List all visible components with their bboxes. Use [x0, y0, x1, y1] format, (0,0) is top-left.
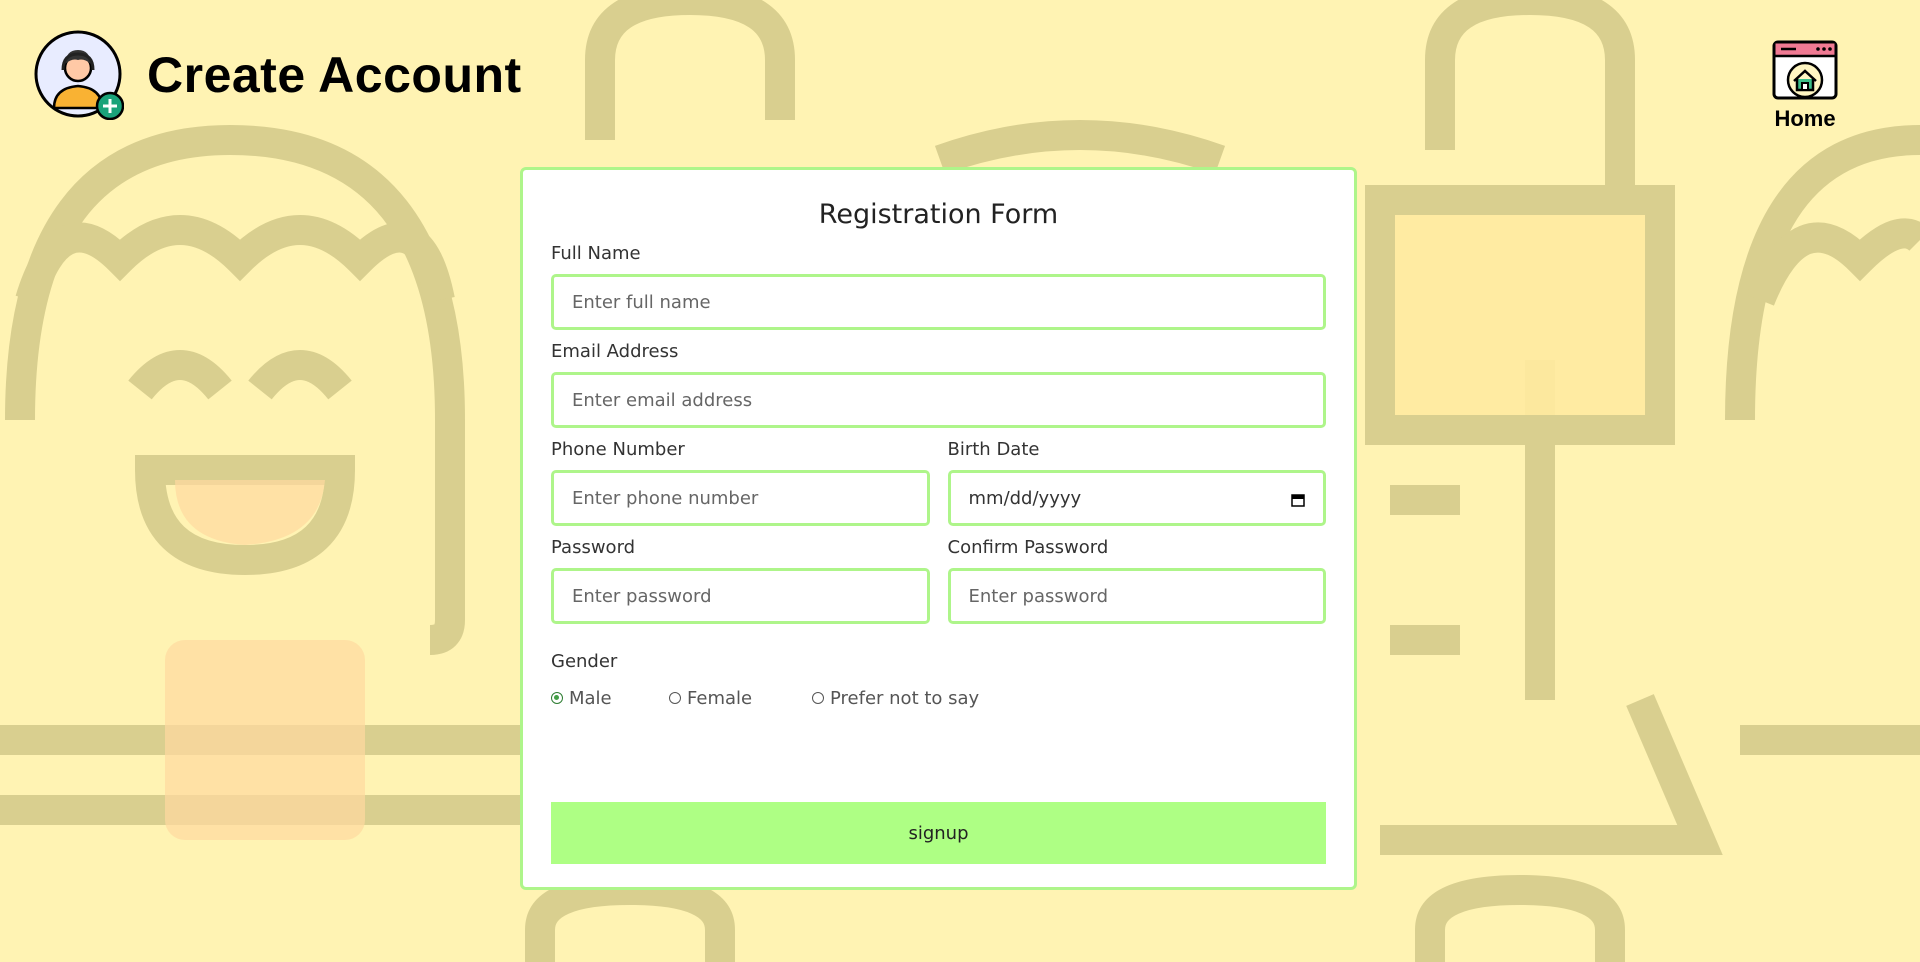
signup-button[interactable]: signup — [551, 802, 1326, 864]
registration-form: Registration Form Full Name Email Addres… — [520, 167, 1357, 890]
page-title: Create Account — [147, 47, 522, 103]
radio-female[interactable] — [669, 692, 681, 704]
gender-option-label: Prefer not to say — [830, 687, 980, 709]
gender-radio-group: Male Female Prefer not to say — [551, 686, 1326, 710]
gender-option-prefer-not[interactable]: Prefer not to say — [812, 688, 979, 709]
home-label: Home — [1774, 106, 1836, 131]
phone-input[interactable] — [551, 470, 930, 526]
radio-male[interactable] — [551, 692, 563, 704]
home-link[interactable]: Home — [1772, 40, 1838, 132]
gender-option-label: Male — [569, 687, 612, 709]
form-title: Registration Form — [818, 199, 1059, 230]
page-header: Create Account — [34, 30, 522, 121]
gender-option-label: Female — [687, 687, 753, 709]
home-browser-icon — [1772, 40, 1838, 104]
phone-label: Phone Number — [551, 439, 685, 460]
email-input[interactable] — [551, 372, 1326, 428]
gender-option-male[interactable]: Male — [551, 688, 669, 709]
gender-option-female[interactable]: Female — [669, 688, 812, 709]
birth-date-label: Birth Date — [947, 439, 1040, 460]
user-add-icon — [34, 30, 125, 121]
password-input[interactable] — [551, 568, 930, 624]
email-label: Email Address — [551, 341, 679, 362]
birth-date-value: mm/dd/yyyy — [968, 487, 1082, 509]
gender-label: Gender — [551, 651, 618, 672]
calendar-icon[interactable] — [1291, 491, 1305, 507]
full-name-input[interactable] — [551, 274, 1326, 330]
birth-date-input[interactable]: mm/dd/yyyy — [947, 470, 1326, 526]
radio-prefer-not[interactable] — [812, 692, 824, 704]
confirm-password-input[interactable] — [947, 568, 1326, 624]
full-name-label: Full Name — [551, 243, 641, 264]
confirm-password-label: Confirm Password — [947, 537, 1109, 558]
password-label: Password — [551, 537, 636, 558]
